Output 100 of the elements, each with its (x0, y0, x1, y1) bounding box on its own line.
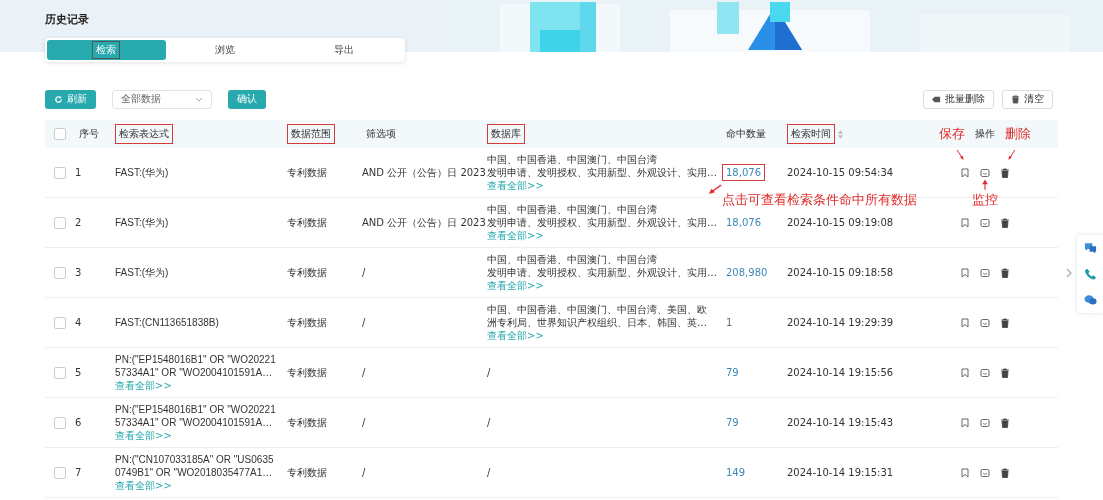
checkbox[interactable] (54, 216, 66, 229)
table-cell: 专利数据 (287, 416, 327, 429)
table-cell: 7 (75, 466, 82, 479)
monitor-icon[interactable] (980, 167, 990, 178)
checkbox[interactable] (54, 128, 66, 140)
column-header: 数据范围 (287, 124, 335, 144)
arrow (981, 178, 989, 191)
database-text: 洲专利局、世界知识产权组织、日本、韩国、英… (487, 316, 707, 329)
hit-count-link[interactable]: 79 (722, 364, 743, 381)
table-cell: 2024-10-14 19:15:43 (787, 416, 894, 429)
database-text: / (487, 366, 491, 379)
column-header: 检索表达式 (115, 124, 173, 144)
refresh-icon (54, 94, 63, 104)
table-cell: / (362, 316, 366, 329)
trash-icon[interactable] (1000, 467, 1010, 478)
expression-text: 0749B1" OR "WO2018035477A1… (115, 466, 273, 479)
bookmark-icon[interactable] (960, 367, 970, 378)
bookmark-icon[interactable] (960, 267, 970, 278)
table-cell: 2024-10-15 09:18:58 (787, 266, 894, 279)
chat-icon[interactable] (1083, 242, 1097, 254)
table-cell: 6 (75, 416, 82, 429)
table-cell: 1 (75, 166, 82, 179)
database-text: 发明申请、发明授权、实用新型、外观设计、实用… (487, 216, 717, 229)
column-header: 数据库 (487, 124, 525, 144)
hit-count-link[interactable]: 18,076 (722, 164, 765, 181)
trash-icon[interactable] (1000, 267, 1010, 278)
hit-count-link[interactable]: 18,076 (722, 214, 765, 231)
checkbox[interactable] (54, 466, 66, 479)
monitor-icon[interactable] (980, 467, 990, 478)
bookmark-icon[interactable] (960, 317, 970, 328)
confirm-button[interactable]: 确认 (228, 89, 266, 109)
hit-count-link[interactable]: 208,980 (722, 264, 772, 281)
sort-icon[interactable] (838, 129, 843, 139)
database-text: 中国、中国香港、中国澳门、中国台湾、美国、欧 (487, 303, 707, 316)
expression-text: 57334A1" OR "WO2004101591A… (115, 416, 273, 429)
bookmark-icon[interactable] (960, 417, 970, 428)
monitor-icon[interactable] (980, 317, 990, 328)
tab[interactable]: 浏览 (165, 40, 285, 60)
trash-icon[interactable] (1000, 217, 1010, 228)
hit-count-link[interactable]: 79 (722, 414, 743, 431)
annotation-label: 监控 (972, 190, 998, 209)
trash-icon[interactable] (1000, 317, 1010, 328)
chat-bubbles-icon[interactable] (1083, 294, 1097, 306)
database-text: / (487, 466, 491, 479)
bookmark-icon[interactable] (960, 167, 970, 178)
monitor-icon[interactable] (980, 217, 990, 228)
checkbox[interactable] (54, 416, 66, 429)
checkbox[interactable] (54, 166, 66, 179)
monitor-icon[interactable] (980, 267, 990, 278)
scope-select[interactable]: 全部数据 (112, 89, 212, 109)
show-all-link[interactable]: 查看全部>> (487, 229, 544, 242)
expression-text: FAST:(CN113651838B) (115, 316, 219, 329)
arrow (1007, 148, 1017, 162)
expression-text: PN:("EP1548016B1" OR "WO20221 (115, 353, 276, 366)
table-cell: / (362, 366, 366, 379)
bookmark-icon[interactable] (960, 217, 970, 228)
trash-icon (1011, 94, 1020, 104)
table-cell: / (362, 466, 366, 479)
checkbox[interactable] (54, 266, 66, 279)
monitor-icon[interactable] (980, 417, 990, 428)
show-all-link[interactable]: 查看全部>> (487, 329, 544, 342)
clear-button[interactable]: 清空 (1002, 89, 1053, 109)
table-cell: 3 (75, 266, 82, 279)
table-cell: 2 (75, 216, 82, 229)
arrow (955, 148, 965, 162)
annotation-label: 删除 (1005, 125, 1031, 143)
hit-count-link[interactable]: 149 (722, 464, 750, 481)
trash-icon[interactable] (1000, 417, 1010, 428)
checkbox[interactable] (54, 316, 66, 329)
show-all-link[interactable]: 查看全部>> (487, 279, 544, 292)
arrow (708, 183, 722, 195)
chevron-icon[interactable] (1066, 268, 1072, 278)
database-text: 发明申请、发明授权、实用新型、外观设计、实用… (487, 266, 717, 279)
phone-icon[interactable] (1083, 268, 1097, 280)
expression-text: FAST:(华为) (115, 166, 169, 179)
show-all-link[interactable]: 查看全部>> (115, 429, 172, 442)
table-cell: 专利数据 (287, 366, 327, 379)
show-all-link[interactable]: 查看全部>> (115, 379, 172, 392)
checkbox[interactable] (54, 366, 66, 379)
refresh-button[interactable]: 刷新 (45, 89, 96, 109)
bookmark-icon[interactable] (960, 467, 970, 478)
column-header: 筛选项 (365, 127, 397, 141)
trash-icon[interactable] (1000, 367, 1010, 378)
expression-text: 57334A1" OR "WO2004101591A… (115, 366, 273, 379)
table-cell: 2024-10-14 19:15:56 (787, 366, 894, 379)
show-all-link[interactable]: 查看全部>> (115, 479, 172, 492)
eraser-icon (932, 94, 941, 104)
annotation-label: 点击可查看检索条件命中所有数据 (722, 190, 917, 209)
monitor-icon[interactable] (980, 367, 990, 378)
tab[interactable]: 检索 (47, 40, 166, 60)
table-cell: 专利数据 (287, 166, 327, 179)
table-cell: AND 公开（公告）日 2023 (362, 216, 486, 229)
table-cell: 4 (75, 316, 82, 329)
tab[interactable]: 导出 (284, 40, 403, 60)
table-cell: 2024-10-15 09:54:34 (787, 166, 894, 179)
table-cell: 专利数据 (287, 316, 327, 329)
trash-icon[interactable] (1000, 167, 1010, 178)
show-all-link[interactable]: 查看全部>> (487, 179, 544, 192)
database-text: 中国、中国香港、中国澳门、中国台湾 (487, 203, 657, 216)
batch-delete-button[interactable]: 批量删除 (923, 89, 994, 109)
